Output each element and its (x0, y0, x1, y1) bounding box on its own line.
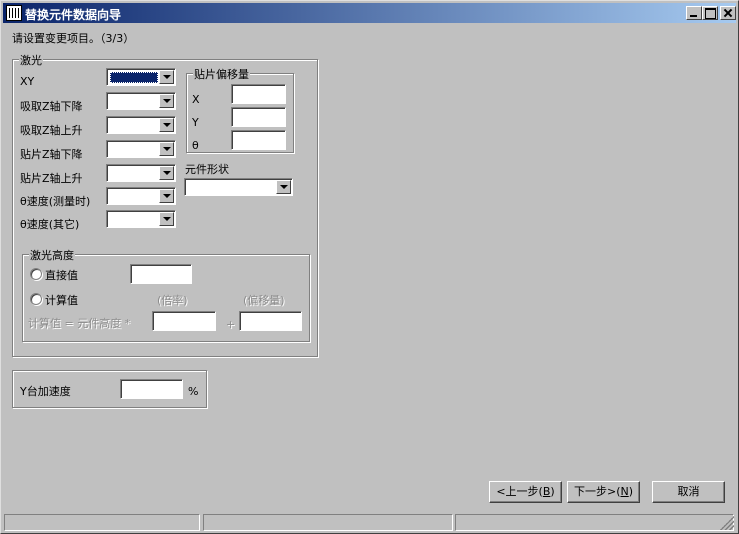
offset-theta-label: θ (192, 139, 199, 152)
status-pane-3 (455, 514, 734, 531)
back-button-label: <上一步 (496, 485, 539, 498)
chevron-down-icon[interactable] (159, 189, 174, 203)
back-button[interactable]: <上一步(B) (489, 481, 562, 503)
resize-grip-icon[interactable] (720, 516, 734, 530)
pick-z-up-combo[interactable] (106, 116, 176, 134)
shape-label: 元件形状 (185, 163, 229, 176)
instruction-text: 请设置变更项目。（3/3） (12, 32, 135, 45)
place-z-up-combo[interactable] (106, 164, 176, 182)
status-bar (3, 514, 736, 531)
place-z-down-label: 贴片Z轴下降 (20, 148, 83, 161)
laser-group-title: 激光 (19, 52, 43, 68)
direct-value-radio[interactable] (30, 268, 42, 280)
plus-sign: + (226, 318, 236, 331)
chevron-down-icon[interactable] (159, 70, 174, 84)
maximize-button[interactable] (702, 6, 718, 20)
pick-z-up-label: 吸取Z轴上升 (20, 124, 83, 137)
height-group-title: 激光高度 (29, 247, 75, 263)
offset-group-title: 贴片偏移量 (193, 66, 250, 82)
chevron-down-icon[interactable] (276, 180, 291, 194)
chevron-down-icon[interactable] (159, 166, 174, 180)
pick-z-down-label: 吸取Z轴下降 (20, 100, 83, 113)
chevron-down-icon[interactable] (159, 118, 174, 132)
status-pane-2 (203, 514, 453, 531)
xy-label: XY (20, 75, 35, 88)
xy-combo[interactable] (106, 68, 176, 86)
minimize-button[interactable] (686, 6, 702, 20)
offset-y-input[interactable] (231, 107, 286, 127)
offset-y-label: Y (192, 116, 199, 129)
chevron-down-icon[interactable] (159, 94, 174, 108)
direct-value-label: 直接值 (45, 269, 78, 282)
chevron-down-icon[interactable] (159, 212, 174, 226)
theta-speed-measure-combo[interactable] (106, 187, 176, 205)
window-title: 替换元件数据向导 (25, 8, 122, 22)
y-accel-label: Y台加速度 (20, 385, 71, 398)
next-button-key: N (620, 485, 629, 498)
next-button-label: 下一步> (573, 485, 617, 498)
y-accel-input[interactable] (120, 379, 183, 399)
pick-z-down-combo[interactable] (106, 92, 176, 110)
chevron-down-icon[interactable] (159, 142, 174, 156)
rate-header: (倍率) (157, 294, 188, 307)
height-offset-input[interactable] (239, 311, 302, 331)
calc-value-label: 计算值 (45, 294, 78, 307)
formula-label: 计算值 = 元件高度 * (28, 317, 131, 330)
calc-value-radio[interactable] (30, 293, 42, 305)
status-pane-1 (4, 514, 200, 531)
offset-x-label: X (192, 93, 200, 106)
offset-x-input[interactable] (231, 84, 286, 104)
theta-speed-other-label: θ速度(其它) (20, 218, 80, 231)
offset-theta-input[interactable] (231, 130, 286, 150)
place-z-down-combo[interactable] (106, 140, 176, 158)
shape-combo[interactable] (184, 178, 293, 196)
place-z-up-label: 贴片Z轴上升 (20, 172, 83, 185)
direct-value-input[interactable] (130, 264, 192, 284)
cancel-button[interactable]: 取消 (652, 481, 725, 503)
title-bar: 替换元件数据向导 (3, 3, 736, 23)
xy-combo-selection (110, 72, 158, 83)
theta-speed-measure-label: θ速度(测量时) (20, 195, 91, 208)
back-button-key: B (542, 485, 551, 498)
close-button[interactable] (720, 6, 736, 20)
y-accel-unit: % (188, 385, 199, 398)
offset-header: (偏移量) (243, 294, 285, 307)
rate-input[interactable] (152, 311, 216, 331)
next-button[interactable]: 下一步>(N) (567, 481, 640, 503)
theta-speed-other-combo[interactable] (106, 210, 176, 228)
app-icon (6, 5, 22, 21)
